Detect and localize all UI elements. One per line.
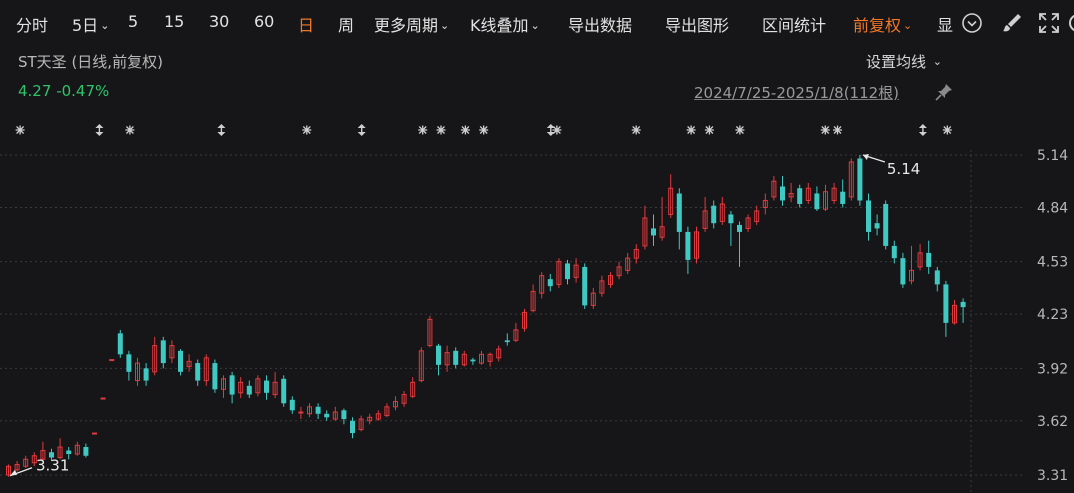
y-tick-label: 4.23 xyxy=(1037,307,1068,323)
y-tick-label: 4.84 xyxy=(1037,200,1068,216)
candle-body xyxy=(857,158,863,201)
candle-body xyxy=(900,258,906,285)
candle-body xyxy=(160,340,166,364)
candle-body xyxy=(504,340,510,343)
event-asterisk-icon xyxy=(631,125,641,135)
candle-body xyxy=(891,245,897,259)
candle-body xyxy=(943,284,949,323)
candle-body xyxy=(126,354,132,372)
candle-body xyxy=(66,450,72,455)
candle-body xyxy=(582,266,588,306)
kline-chart[interactable]: 5.14 4.84 4.53 4.23 3.92 3.62 3.31 5.14 3.31 xyxy=(0,0,1074,493)
candle-body xyxy=(83,447,89,456)
y-tick-label: 5.14 xyxy=(1037,148,1068,164)
event-asterisk-icon xyxy=(15,125,25,135)
candle-body xyxy=(264,380,269,393)
candle-body xyxy=(117,333,123,355)
candle-body xyxy=(289,399,295,411)
candle-body xyxy=(92,432,97,435)
event-asterisk-icon xyxy=(942,125,952,135)
candle-body xyxy=(883,203,889,246)
y-tick-label: 3.92 xyxy=(1037,361,1068,377)
candle-body xyxy=(780,186,785,201)
candle-body xyxy=(934,270,940,285)
event-asterisk-icon xyxy=(735,125,745,135)
max-price-label: 5.14 xyxy=(887,160,920,178)
candle-body xyxy=(797,188,803,204)
candle-body xyxy=(685,231,691,260)
event-asterisk-icon xyxy=(833,125,842,135)
candle-body xyxy=(960,301,966,308)
event-asterisk-icon xyxy=(418,125,428,135)
y-tick-label: 3.31 xyxy=(1037,468,1068,484)
candle-body xyxy=(874,223,880,229)
candle-body xyxy=(470,359,476,362)
candle-body xyxy=(109,359,115,362)
event-asterisk-icon xyxy=(552,125,562,135)
candle-body xyxy=(436,345,441,365)
candle-body xyxy=(212,363,218,390)
candle-body xyxy=(246,385,252,395)
candle-body xyxy=(651,228,656,236)
candle-body xyxy=(315,406,321,414)
candle-body xyxy=(281,378,287,404)
candle-body xyxy=(711,205,717,224)
event-asterisk-icon xyxy=(125,125,135,135)
event-asterisk-icon xyxy=(302,125,312,135)
candle-body xyxy=(926,252,932,267)
event-asterisk-icon xyxy=(686,125,696,135)
candle-body xyxy=(229,375,235,395)
candle-body xyxy=(565,263,570,280)
candle-body xyxy=(143,368,149,381)
candle-body xyxy=(324,413,330,418)
event-asterisk-icon xyxy=(704,125,714,135)
candle-body xyxy=(341,410,347,420)
candle-body xyxy=(814,193,820,210)
candle-body xyxy=(178,350,183,372)
min-price-label: 3.31 xyxy=(36,457,69,475)
candle-body xyxy=(298,411,304,414)
event-asterisk-icon xyxy=(436,125,446,135)
candle-body xyxy=(840,191,846,204)
candle-body xyxy=(866,200,871,232)
candle-body xyxy=(100,397,106,400)
y-tick-label: 4.53 xyxy=(1037,255,1068,271)
min-arrow-head xyxy=(10,469,17,476)
event-asterisk-icon xyxy=(460,125,470,135)
candle-body xyxy=(728,214,734,224)
candle-body xyxy=(195,363,201,381)
event-asterisk-icon xyxy=(479,125,489,135)
candle-body xyxy=(676,193,682,232)
candle-body xyxy=(453,350,459,365)
candle-body xyxy=(737,224,742,232)
candle-body xyxy=(350,420,355,434)
candle-body xyxy=(547,279,553,287)
event-asterisk-icon xyxy=(820,125,830,135)
y-tick-label: 3.62 xyxy=(1037,414,1068,430)
